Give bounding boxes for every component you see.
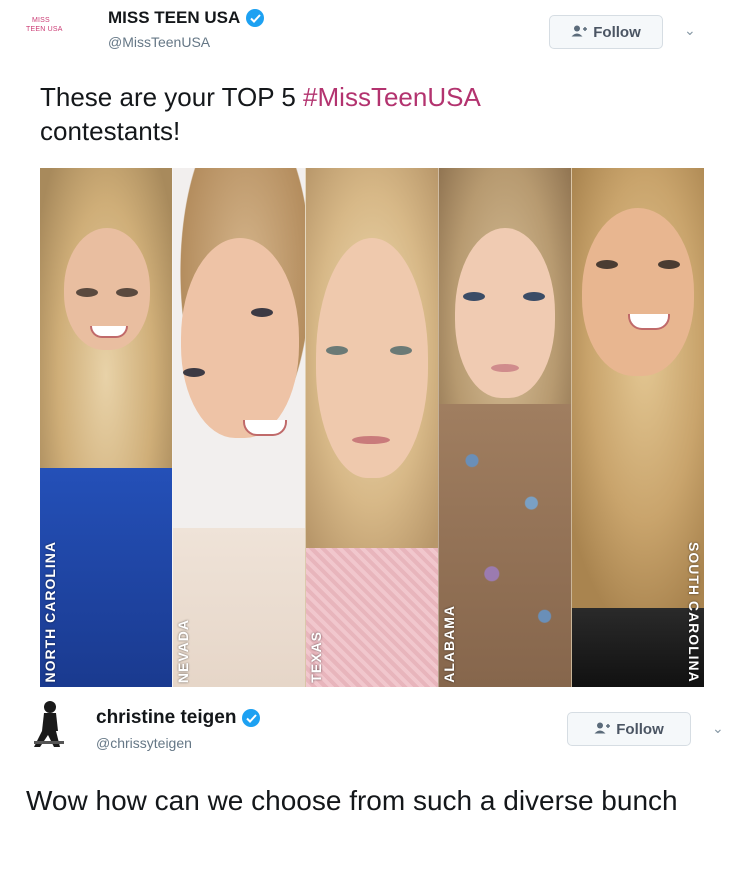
follow-user-icon (571, 24, 588, 41)
contestant-photo-south-carolina[interactable]: SOUTH CAROLINA (571, 168, 704, 687)
state-label-south-carolina: SOUTH CAROLINA (686, 542, 702, 683)
verified-badge-icon (242, 709, 261, 727)
tweet1-text-prefix: These are your TOP 5 (40, 82, 304, 112)
tweet1-follow-label: Follow (593, 23, 641, 41)
tweet2-author[interactable]: christine teigen @chrissyteigen (96, 707, 261, 751)
state-label-alabama: ALABAMA (441, 605, 457, 683)
tweet2-text: Wow how can we choose from such a divers… (26, 785, 678, 816)
hashtag-link[interactable]: #MissTeenUSA (303, 82, 481, 112)
svg-text:MISS: MISS (32, 17, 50, 24)
state-label-north-carolina: NORTH CAROLINA (42, 541, 58, 683)
tweet1-author[interactable]: MISS TEEN USA @MissTeenUSA (108, 8, 265, 50)
tweet2-handle[interactable]: @chrissyteigen (96, 735, 260, 751)
contestants-photo-collage[interactable]: NORTH CAROLINA NEVADA TEXAS ALABAMA SOUT… (40, 168, 704, 687)
tweet2-follow-button[interactable]: Follow (567, 712, 691, 746)
tweet1-text: These are your TOP 5 #MissTeenUSA contes… (40, 80, 720, 148)
tweet1-display-name[interactable]: MISS TEEN USA (108, 8, 240, 28)
contestant-photo-north-carolina[interactable]: NORTH CAROLINA (40, 168, 172, 687)
tweet1-more-chevron-icon[interactable]: ⌄ (684, 22, 696, 39)
christine-teigen-avatar[interactable] (20, 697, 74, 751)
tweet1-text-suffix: contestants! (40, 116, 181, 146)
contestant-photo-alabama[interactable]: ALABAMA (438, 168, 571, 687)
tweet1-handle[interactable]: @MissTeenUSA (108, 34, 264, 50)
contestant-photo-texas[interactable]: TEXAS (305, 168, 438, 687)
state-label-nevada: NEVADA (175, 618, 191, 683)
state-label-texas: TEXAS (308, 631, 324, 683)
tweet2-follow-label: Follow (616, 720, 664, 738)
tweet1-follow-button[interactable]: Follow (549, 15, 663, 49)
contestant-photo-nevada[interactable]: NEVADA (172, 168, 305, 687)
tweet2-display-name[interactable]: christine teigen (96, 707, 236, 729)
svg-text:TEEN USA: TEEN USA (26, 26, 63, 33)
miss-teen-usa-logo: MISS TEEN USA (26, 12, 94, 42)
follow-user-icon (594, 721, 611, 738)
tweet2-more-chevron-icon[interactable]: ⌄ (712, 720, 724, 737)
verified-badge-icon (246, 9, 265, 27)
